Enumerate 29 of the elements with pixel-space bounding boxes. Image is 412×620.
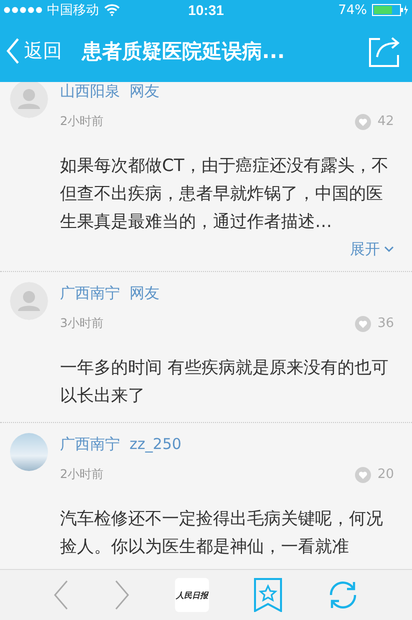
like-count: 20 [377, 467, 394, 482]
commenter-name[interactable]: 广西南宁 zz_250 [60, 435, 182, 454]
battery-percent: 74% [338, 2, 367, 18]
commenter-name[interactable]: 山西阳泉 网友 [60, 82, 160, 101]
clock-time: 10:31 [188, 2, 224, 18]
share-icon[interactable] [368, 35, 402, 67]
battery-icon [372, 4, 408, 16]
newspaper-logo[interactable]: 人民日报 [174, 578, 209, 612]
article-title: 患者质疑医院延误病... [82, 38, 286, 64]
expand-link[interactable]: 展开 [350, 240, 394, 259]
carrier-name: 中国移动 [47, 2, 99, 19]
commenter-name[interactable]: 广西南宁 网友 [60, 284, 160, 303]
comment-time: 2小时前 [60, 466, 104, 483]
comment-text: 一年多的时间 有些疾病就是原来没有的也可以长出来了 [60, 357, 390, 408]
wifi-icon [104, 4, 120, 16]
comment-text: 如果每次都做CT，由于癌症还没有露头，不但查不出疾病，患者早就炸锅了，中国的医生果真是最难当的，通过作者描述… [60, 155, 390, 234]
like-count: 36 [377, 316, 394, 331]
avatar-icon [10, 282, 48, 320]
avatar-icon [10, 82, 48, 118]
signal-icon [4, 7, 42, 13]
comment-text: 汽车检修还不一定捡得出毛病关键呢，何况捡人。你以为医生都是神仙，一看就准 [60, 508, 384, 559]
bookmark-star-icon[interactable] [254, 578, 282, 612]
chevron-down-icon [384, 246, 394, 253]
chevron-left-icon [6, 38, 20, 64]
avatar-photo [10, 433, 48, 471]
comment-time: 2小时前 [60, 113, 104, 130]
comment-time: 3小时前 [60, 315, 104, 332]
like-count: 42 [377, 114, 394, 129]
back-button[interactable]: 返回 [6, 38, 62, 64]
